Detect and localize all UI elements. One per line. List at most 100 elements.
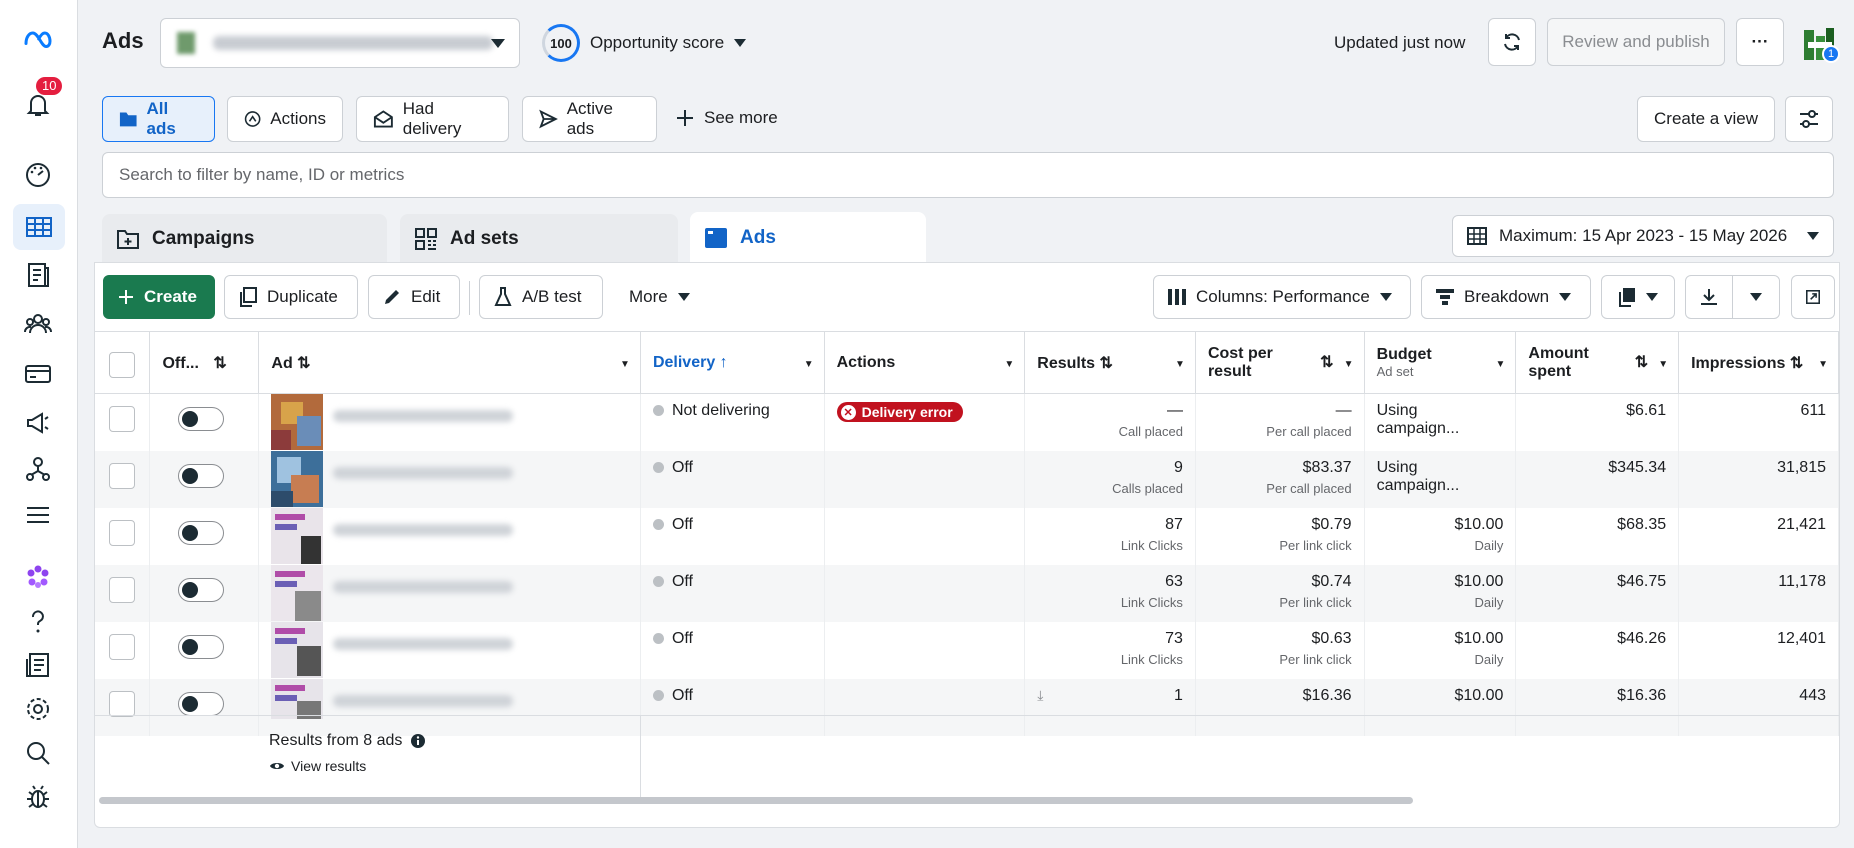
table-row[interactable]: Off 87 Link Clicks $0.79 Per link click $1… <box>95 507 1839 565</box>
megaphone-icon[interactable] <box>21 406 55 440</box>
table-row[interactable]: Off 9 Calls placed $83.37 Per call placed … <box>95 450 1839 508</box>
audiences-icon[interactable] <box>21 307 55 341</box>
edit-button[interactable]: Edit <box>368 275 460 319</box>
chip-actions[interactable]: Actions <box>227 96 343 142</box>
create-view-button[interactable]: Create a view <box>1637 96 1775 142</box>
select-all-checkbox[interactable] <box>109 351 135 378</box>
ad-cell[interactable] <box>258 564 641 622</box>
meta-ai-flower-icon[interactable] <box>21 560 55 594</box>
row-checkbox[interactable] <box>109 576 135 603</box>
ad-name-redacted[interactable] <box>333 637 514 650</box>
breakdown-dropdown[interactable]: Breakdown <box>1421 275 1591 319</box>
ad-thumbnail[interactable] <box>271 564 324 621</box>
ad-on-off-toggle[interactable] <box>178 520 225 545</box>
column-menu-icon[interactable]: ▼ <box>1175 359 1185 370</box>
tab-ad-sets[interactable]: Ad sets <box>400 214 678 264</box>
sort-arrows-icon[interactable]: ⇅ <box>1790 355 1803 372</box>
toggle-cell[interactable] <box>149 507 260 565</box>
columns-dropdown[interactable]: Columns: Performance <box>1153 275 1411 319</box>
chip-all-ads[interactable]: All ads <box>102 96 215 142</box>
ad-thumbnail[interactable] <box>271 621 324 678</box>
review-and-publish-button[interactable]: Review and publish <box>1547 18 1725 66</box>
opportunity-score-dropdown[interactable]: 100 Opportunity score <box>542 22 747 64</box>
column-menu-icon[interactable]: ▼ <box>804 359 814 370</box>
ad-cell[interactable] <box>258 450 641 508</box>
ad-account-selector[interactable] <box>160 18 520 68</box>
see-more-filters-button[interactable]: See more <box>676 108 778 128</box>
date-range-picker[interactable]: Maximum: 15 Apr 2023 - 15 May 2026 <box>1452 215 1834 257</box>
ad-on-off-toggle[interactable] <box>178 634 225 659</box>
sort-arrows-icon[interactable]: ⇅ <box>297 355 310 372</box>
search-filter-input[interactable]: Search to filter by name, ID or metrics <box>102 152 1834 198</box>
column-menu-icon[interactable]: ▼ <box>1658 359 1668 370</box>
ad-on-off-toggle[interactable] <box>178 577 225 602</box>
ad-thumbnail[interactable] <box>271 394 324 450</box>
events-network-icon[interactable] <box>21 452 55 486</box>
billing-card-icon[interactable] <box>21 357 55 391</box>
ab-test-button[interactable]: A/B test <box>479 275 603 319</box>
row-checkbox[interactable] <box>109 519 135 546</box>
tab-campaigns[interactable]: Campaigns <box>102 214 387 264</box>
export-button[interactable] <box>1685 275 1733 319</box>
column-menu-icon[interactable]: ▼ <box>620 359 630 370</box>
sort-arrows-icon[interactable]: ⇅ <box>1635 352 1648 372</box>
col-ad[interactable]: Ad ⇅ ▼ <box>258 331 641 394</box>
ad-on-off-toggle[interactable] <box>178 691 225 716</box>
col-actions[interactable]: Actions ▼ <box>824 331 1026 394</box>
expand-view-button[interactable] <box>1791 275 1835 319</box>
ad-name-redacted[interactable] <box>333 523 514 536</box>
col-off-on[interactable]: Off... ⇅ <box>149 331 260 394</box>
ad-cell[interactable] <box>258 621 641 679</box>
column-menu-icon[interactable]: ▼ <box>1344 359 1354 370</box>
ad-thumbnail[interactable] <box>271 507 324 564</box>
ad-name-redacted[interactable] <box>333 410 514 422</box>
meta-logo-icon[interactable] <box>21 22 55 56</box>
col-cost-per-result[interactable]: Cost per result ⇅ ▼ <box>1195 331 1365 394</box>
ad-name-redacted[interactable] <box>333 580 514 593</box>
sort-up-arrow-icon[interactable]: ↑ <box>720 354 728 371</box>
column-menu-icon[interactable]: ▼ <box>1496 359 1506 370</box>
row-checkbox[interactable] <box>109 690 135 717</box>
view-results-link[interactable]: View results <box>269 758 366 774</box>
column-menu-icon[interactable]: ▼ <box>1818 359 1828 370</box>
table-row[interactable]: Off 63 Link Clicks $0.74 Per link click $1… <box>95 564 1839 622</box>
ad-name-redacted[interactable] <box>333 694 514 707</box>
tab-ads[interactable]: Ads <box>690 212 926 264</box>
export-options-dropdown[interactable] <box>1732 275 1780 319</box>
delivery-error-badge[interactable]: ✕ Delivery error <box>836 402 963 422</box>
row-select-cell[interactable] <box>95 621 151 679</box>
more-options-button[interactable]: ··· <box>1736 18 1784 66</box>
create-button[interactable]: Create <box>103 275 215 319</box>
toggle-cell[interactable] <box>149 450 260 508</box>
sort-arrows-icon[interactable]: ⇅ <box>213 355 226 372</box>
table-row[interactable]: Not delivering ✕ Delivery error — Call pla… <box>95 393 1839 451</box>
dashboard-gauge-icon[interactable] <box>21 158 55 192</box>
toggle-cell[interactable] <box>149 393 260 451</box>
ad-name-redacted[interactable] <box>333 466 514 479</box>
row-select-cell[interactable] <box>95 507 151 565</box>
row-checkbox[interactable] <box>109 633 135 660</box>
row-select-cell[interactable] <box>95 393 151 451</box>
table-row[interactable]: Off 73 Link Clicks $0.63 Per link click $1… <box>95 621 1839 679</box>
ads-manager-table-icon[interactable] <box>13 204 65 250</box>
menu-hamburger-icon[interactable] <box>21 498 55 532</box>
ad-cell[interactable] <box>258 393 641 451</box>
duplicate-button[interactable]: Duplicate <box>224 275 358 319</box>
col-results[interactable]: Results ⇅ ▼ <box>1024 331 1196 394</box>
refresh-button[interactable] <box>1488 18 1536 66</box>
row-checkbox[interactable] <box>109 462 135 489</box>
col-budget[interactable]: Budget Ad set ▼ <box>1364 331 1517 394</box>
settings-gear-icon[interactable] <box>21 692 55 726</box>
select-all-header[interactable] <box>95 331 151 394</box>
download-icon[interactable]: ⤓ <box>1037 687 1043 704</box>
reports-dropdown[interactable] <box>1601 275 1675 319</box>
chip-had-delivery[interactable]: Had delivery <box>356 96 509 142</box>
row-select-cell[interactable] <box>95 450 151 508</box>
ad-on-off-toggle[interactable] <box>178 463 225 488</box>
col-delivery[interactable]: Delivery ↑ ▼ <box>640 331 825 394</box>
chip-active-ads[interactable]: Active ads <box>522 96 657 142</box>
info-icon[interactable] <box>410 733 426 749</box>
report-bug-icon[interactable] <box>21 780 55 814</box>
sort-arrows-icon[interactable]: ⇅ <box>1320 352 1333 372</box>
search-icon[interactable] <box>21 736 55 770</box>
